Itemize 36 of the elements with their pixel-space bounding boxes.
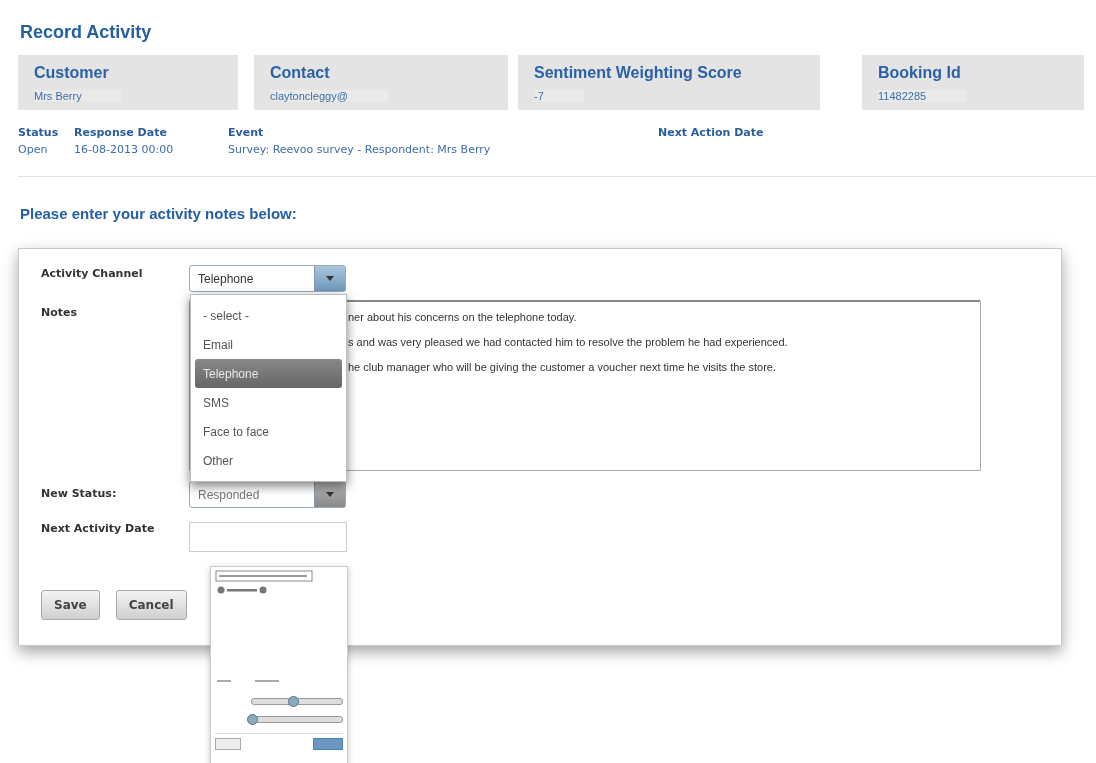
- field-label: Notes: [41, 306, 79, 319]
- detail-value: 16-08-2013 00:00: [74, 143, 174, 156]
- form-button[interactable]: Cancel: [115, 590, 187, 620]
- date-field[interactable]: [189, 522, 347, 552]
- card-label: Sentiment Weighting Score: [534, 64, 742, 82]
- detail-label: Event: [228, 126, 264, 139]
- section-heading: Please enter your activity notes below:: [20, 205, 298, 222]
- detail-value: Open: [18, 143, 48, 156]
- dropdown-option[interactable]: Face to face: [195, 417, 342, 446]
- dropdown-option[interactable]: SMS: [195, 388, 342, 417]
- channel-select[interactable]: Telephone: [189, 265, 346, 292]
- card-label: Contact: [270, 64, 330, 82]
- page-title: Record Activity: [20, 22, 153, 43]
- card-value: -7: [534, 90, 584, 102]
- form-button[interactable]: Save: [41, 590, 100, 620]
- caret-icon: [326, 276, 334, 281]
- status-select[interactable]: Responded: [189, 481, 346, 508]
- card-value: claytoncleggy@: [270, 90, 388, 102]
- time-slider[interactable]: [251, 697, 343, 705]
- dropdown-option[interactable]: Email: [195, 330, 342, 359]
- dropdown-option[interactable]: - select -: [195, 301, 342, 330]
- dropdown-option[interactable]: Telephone: [195, 359, 342, 388]
- card-label: Booking Id: [878, 64, 961, 82]
- field-label: Next Activity Date: [41, 522, 156, 535]
- detail-label: Response Date: [74, 126, 167, 139]
- picker-button[interactable]: [215, 738, 241, 750]
- field-label: Activity Channel: [41, 267, 144, 280]
- caret-icon: [326, 492, 334, 497]
- detail-value: Survey: Reevoo survey - Respondent: Mrs Berry: [228, 143, 491, 156]
- card-label: Customer: [34, 64, 109, 82]
- card-value: 11482285: [878, 90, 967, 102]
- picker-button[interactable]: [313, 738, 343, 750]
- field-label: New Status:: [41, 487, 118, 500]
- card-value: Mrs Berry: [34, 90, 122, 102]
- detail-label: Status: [18, 126, 59, 139]
- detail-label: Next Action Date: [658, 126, 764, 139]
